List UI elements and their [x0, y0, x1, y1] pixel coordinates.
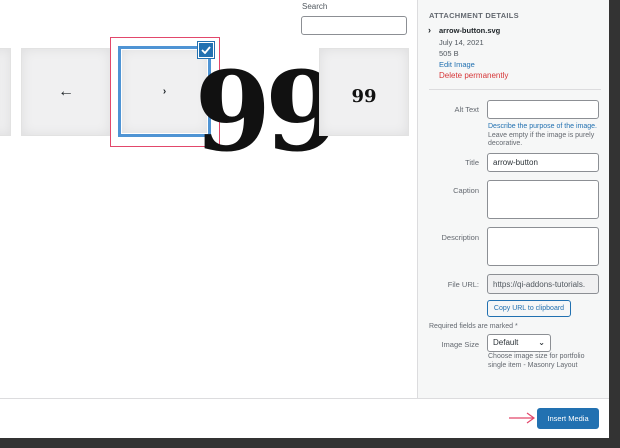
caption-label: Caption	[453, 186, 479, 195]
image-size-value: Default	[493, 338, 519, 347]
chevron-right-icon: ›	[162, 86, 167, 97]
file-url-label: File URL:	[447, 280, 479, 289]
file-url-input[interactable]	[487, 274, 599, 294]
alt-help-link[interactable]: Describe the purpose of the image.	[488, 123, 597, 130]
quote-icon: 99	[194, 47, 341, 176]
quote-icon-small: 99	[351, 85, 377, 107]
file-size: 505 B	[439, 49, 459, 58]
modal-backdrop-edge	[609, 0, 620, 448]
filename: arrow-button.svg	[439, 26, 501, 35]
insert-media-button[interactable]: Insert Media	[537, 408, 599, 429]
alt-help-text: Leave empty if the image is purely decor…	[488, 131, 595, 148]
modal-backdrop-edge-bottom	[0, 438, 620, 448]
delete-permanently-link[interactable]: Delete permanently	[439, 71, 508, 80]
alt-text-label: Alt Text	[454, 105, 479, 114]
details-heading: ATTACHMENT DETAILS	[429, 11, 519, 20]
search-label: Search	[302, 2, 328, 11]
media-item-partial[interactable]	[0, 48, 11, 136]
copy-url-button[interactable]: Copy URL to clipboard	[487, 300, 571, 317]
image-size-select[interactable]: Default ⌄	[487, 334, 551, 352]
title-label: Title	[465, 158, 479, 167]
caption-textarea[interactable]	[487, 180, 599, 219]
edit-image-link[interactable]: Edit Image	[439, 60, 475, 69]
image-size-label: Image Size	[441, 340, 479, 349]
chevron-down-icon: ⌄	[538, 338, 545, 347]
media-modal: Search ← › 99 99 ATTACHMENT DETAILS › ar…	[0, 0, 609, 438]
media-item-big-quote[interactable]: 99	[194, 48, 342, 167]
chevron-right-icon: ›	[428, 25, 431, 35]
divider	[429, 89, 601, 90]
search-input[interactable]	[301, 16, 407, 35]
description-textarea[interactable]	[487, 227, 599, 266]
media-item-small-quote[interactable]: 99	[319, 48, 409, 136]
alt-text-help: Describe the purpose of the image. Leave…	[488, 123, 603, 149]
left-arrow-icon: ←	[58, 83, 74, 100]
arrow-right-icon	[509, 412, 536, 424]
upload-date: July 14, 2021	[439, 38, 484, 47]
image-size-help: Choose image size for portfolio single i…	[488, 353, 585, 369]
media-item-left-arrow[interactable]: ←	[21, 48, 111, 136]
alt-text-input[interactable]	[487, 100, 599, 119]
title-input[interactable]	[487, 153, 599, 172]
description-label: Description	[441, 233, 479, 242]
attachment-details-sidebar: ATTACHMENT DETAILS › arrow-button.svg Ju…	[417, 0, 609, 398]
required-note: Required fields are marked *	[429, 323, 518, 330]
